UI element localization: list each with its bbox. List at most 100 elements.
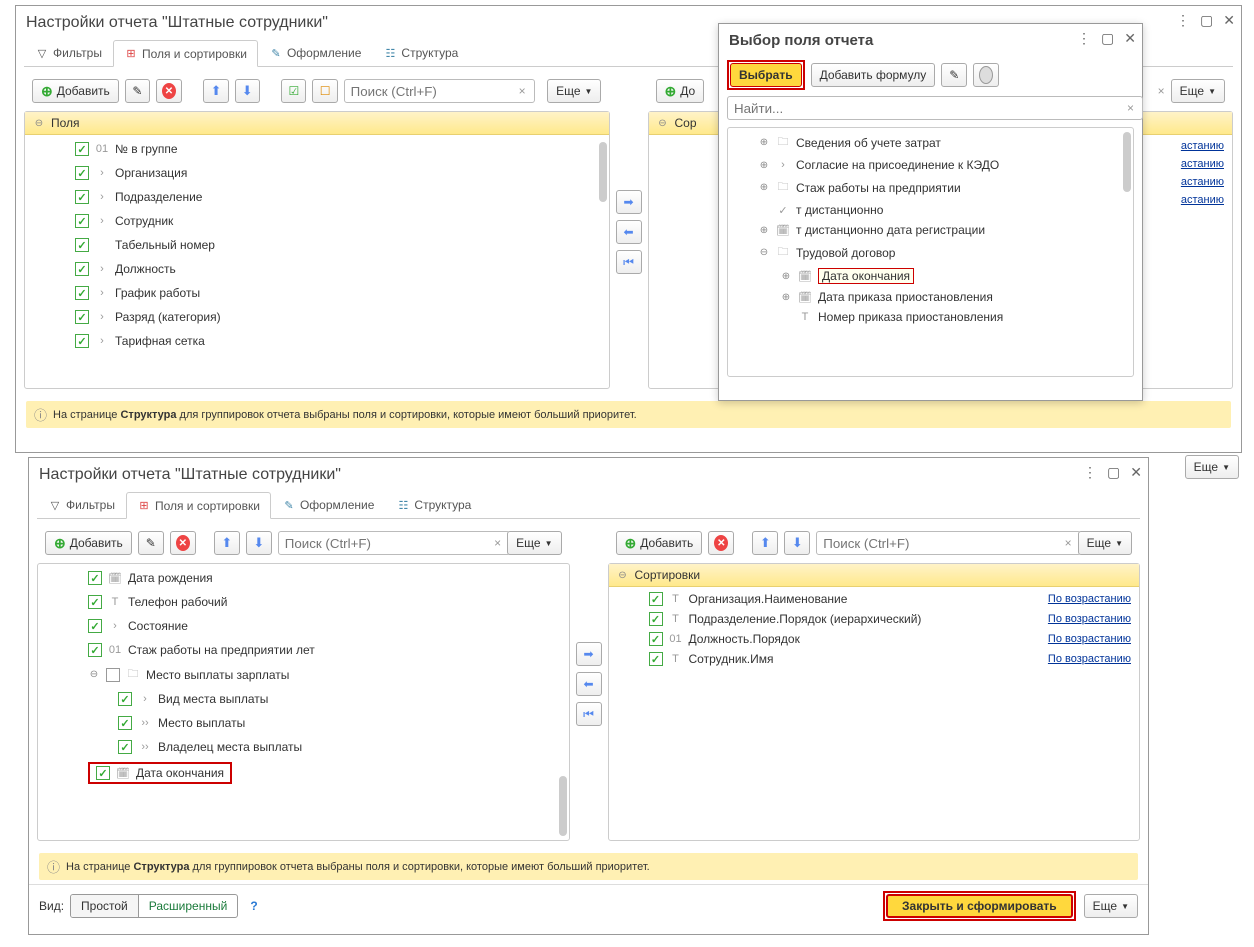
collapse-icon[interactable]: ⊖ [33,118,45,129]
outer-more-button[interactable]: Еще ▼ [1185,455,1239,479]
field-row[interactable]: ✓›Подразделение [25,185,609,209]
edit-button[interactable]: ✎ [125,79,150,103]
sort-tree[interactable]: ✓TОрганизация.НаименованиеПо возрастанию… [609,587,1140,840]
popup-tree[interactable]: ⊕🗀Сведения об учете затрат⊕›Согласие на … [728,128,1133,368]
sort-dir-link[interactable]: астанию [1181,140,1224,152]
tree-item[interactable]: ⊕›Согласие на присоединение к КЭДО [728,155,1133,175]
move-up-button[interactable]: ⬆ [203,79,228,103]
menu-icon[interactable]: ⋮ [1077,30,1091,47]
checkbox[interactable]: ✓ [649,632,663,646]
checkbox[interactable]: ✓ [649,612,663,626]
delete-button[interactable]: ✕ [156,79,182,103]
field-row[interactable]: ✓🗓Дата окончания [38,759,569,787]
more-button[interactable]: Еще ▼ [547,79,601,103]
checkbox[interactable]: ✓ [75,310,89,324]
select-button[interactable]: Выбрать [730,63,802,87]
remove-button[interactable] [973,63,999,87]
expand-icon[interactable]: ⊕ [780,271,792,282]
field-row[interactable]: ✓›Вид места выплаты [38,687,569,711]
field-row[interactable]: ✓›Должность [25,257,609,281]
checkbox[interactable]: ✓ [75,334,89,348]
uncheck-all-button[interactable]: ☐ [312,79,337,103]
expand-icon[interactable]: ⊕ [758,182,770,193]
checkbox[interactable]: ✓ [118,740,132,754]
expand-icon[interactable]: ⊖ [88,669,100,680]
checkbox[interactable]: ✓ [96,766,110,780]
field-row[interactable]: ⊖✓🗀Место выплаты зарплаты [38,662,569,687]
advanced-mode-button[interactable]: Расширенный [138,895,238,917]
checkbox[interactable]: ✓ [118,692,132,706]
checkbox[interactable]: ✓ [88,619,102,633]
expand-icon[interactable]: ⊕ [758,225,770,236]
field-row[interactable]: ✓Табельный номер [25,233,609,257]
edit-button[interactable]: ✎ [138,531,164,555]
expand-icon[interactable]: ⊕ [780,292,792,303]
more-button[interactable]: Еще ▼ [1084,894,1138,918]
sort-direction-link[interactable]: По возрастанию [1048,633,1131,645]
sort-row[interactable]: ✓TОрганизация.НаименованиеПо возрастанию [609,589,1140,609]
field-row[interactable]: ✓›Тарифная сетка [25,329,609,353]
tab-format[interactable]: ✎Оформление [258,40,372,66]
collapse-icon[interactable]: ⊖ [657,118,669,129]
move-down-button[interactable]: ⬇ [235,79,260,103]
checkbox[interactable]: ✓ [75,166,89,180]
search-input[interactable] [344,79,535,103]
move-left-button[interactable]: ⬅ [616,220,642,244]
field-row[interactable]: ✓›Состояние [38,614,569,638]
field-row[interactable]: ✓›Сотрудник [25,209,609,233]
add-sort-button[interactable]: ⊕До [656,79,705,103]
add-button[interactable]: ⊕Добавить [32,79,119,103]
move-right-button[interactable]: ➡ [616,190,642,214]
move-up-button[interactable]: ⬆ [752,531,778,555]
checkbox[interactable]: ✓ [75,238,89,252]
checkbox[interactable]: ✓ [649,652,663,666]
add-button[interactable]: ⊕Добавить [45,531,132,555]
more-button[interactable]: Еще ▼ [507,531,561,555]
checkbox[interactable]: ✓ [649,592,663,606]
field-row[interactable]: ✓›Разряд (категория) [25,305,609,329]
clear-icon[interactable]: × [1127,101,1134,115]
sort-row[interactable]: ✓TСотрудник.ИмяПо возрастанию [609,649,1140,669]
move-down-button[interactable]: ⬇ [246,531,272,555]
field-row[interactable]: ✓TТелефон рабочий [38,590,569,614]
check-all-button[interactable]: ☑ [281,79,306,103]
checkbox[interactable]: ✓ [118,716,132,730]
close-generate-button[interactable]: Закрыть и сформировать [886,894,1073,918]
field-row[interactable]: ✓🗓Дата рождения [38,566,569,590]
menu-icon[interactable]: ⋮ [1083,464,1097,481]
checkbox[interactable]: ✓ [88,643,102,657]
move-all-left-button[interactable]: ⏮ [616,250,642,274]
tab-fields[interactable]: ⊞Поля и сортировки [126,492,271,519]
clear-icon[interactable]: × [1065,536,1072,550]
close-icon[interactable]: ✕ [1124,30,1136,47]
field-row[interactable]: ✓››Владелец места выплаты [38,735,569,759]
add-sort-button[interactable]: ⊕Добавить [616,531,703,555]
move-right-button[interactable]: ➡ [576,642,602,666]
maximize-icon[interactable]: ▢ [1200,12,1213,29]
popup-search-input[interactable] [727,96,1143,120]
sort-direction-link[interactable]: По возрастанию [1048,613,1131,625]
field-row[interactable]: ✓›Организация [25,161,609,185]
search-input[interactable] [278,531,510,555]
expand-icon[interactable]: ⊕ [758,137,770,148]
tree-item[interactable]: ✓т дистанционно [728,200,1133,220]
help-icon[interactable]: ? [250,899,257,913]
tree-item[interactable]: ⊕🗀Сведения об учете затрат [728,130,1133,155]
move-all-left-button[interactable]: ⏮ [576,702,602,726]
tab-format[interactable]: ✎Оформление [271,492,385,518]
sort-row[interactable]: ✓01Должность.ПорядокПо возрастанию [609,629,1140,649]
checkbox[interactable]: ✓ [75,262,89,276]
tab-structure[interactable]: ☷Структура [385,492,482,518]
checkbox[interactable]: ✓ [88,595,102,609]
sort-dir-link[interactable]: астанию [1181,176,1224,188]
fields-header[interactable]: ⊖Поля [25,112,609,135]
sort-direction-link[interactable]: По возрастанию [1048,593,1131,605]
checkbox[interactable]: ✓ [75,142,89,156]
tab-fields[interactable]: ⊞Поля и сортировки [113,40,258,67]
close-icon[interactable]: ✕ [1130,464,1142,481]
delete-sort-button[interactable]: ✕ [708,531,734,555]
menu-icon[interactable]: ⋮ [1176,12,1190,29]
tree-item[interactable]: ⊕🗓т дистанционно дата регистрации [728,220,1133,240]
tab-structure[interactable]: ☷Структура [372,40,469,66]
field-row[interactable]: ✓›График работы [25,281,609,305]
